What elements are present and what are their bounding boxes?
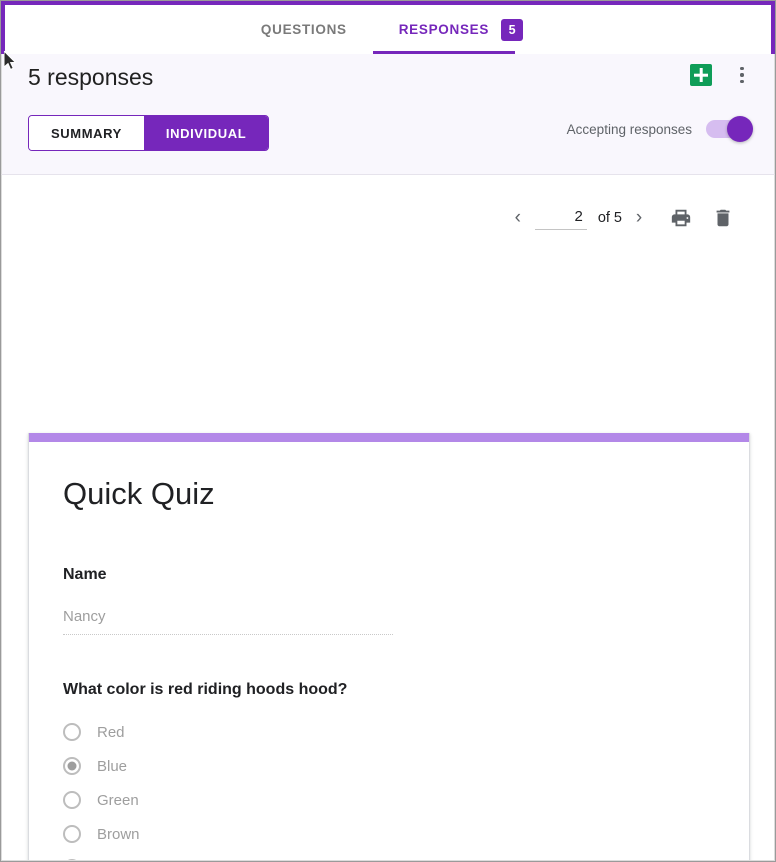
tab-responses-group: RESPONSES 5	[372, 5, 541, 54]
option-row: Green	[63, 791, 715, 809]
view-toggle-summary-label: SUMMARY	[51, 125, 122, 141]
option-label: Yellow	[97, 860, 140, 861]
view-toggle-summary[interactable]: SUMMARY	[29, 116, 144, 150]
question-title: Name	[63, 566, 107, 583]
page-number-input[interactable]	[534, 206, 587, 230]
card-accent-bar	[29, 433, 749, 442]
tab-responses-label: RESPONSES	[398, 22, 490, 37]
tab-questions-label: QUESTIONS	[260, 22, 347, 37]
trash-icon[interactable]	[706, 201, 740, 235]
chevron-left-icon[interactable]: ‹	[501, 201, 535, 235]
view-toggle-individual[interactable]: INDIVIDUAL	[143, 116, 269, 150]
header-actions	[690, 64, 752, 86]
accepting-responses-label: Accepting responses	[566, 121, 692, 137]
kebab-dot	[740, 66, 744, 71]
kebab-dot	[740, 79, 744, 84]
card-content: Quick Quiz Name Nancy What color is red …	[29, 442, 749, 861]
tab-list: QUESTIONS RESPONSES 5	[235, 5, 541, 54]
short-answer-value: Nancy	[63, 608, 393, 635]
radio-icon	[63, 723, 81, 741]
responses-body: ‹ of 5 › Quick Quiz Name	[1, 175, 775, 861]
option-row: Yellow	[63, 859, 715, 861]
chevron-right-icon[interactable]: ›	[622, 201, 656, 235]
option-row: Red	[63, 723, 715, 741]
kebab-dot	[740, 73, 744, 77]
option-row: Blue	[63, 757, 715, 775]
option-label: Brown	[97, 825, 140, 843]
question-block-color: What color is red riding hoods hood? Red…	[63, 681, 715, 861]
option-label: Blue	[97, 757, 128, 775]
view-toggle-individual-label: INDIVIDUAL	[165, 125, 247, 141]
responses-count-title: 5 responses	[28, 64, 154, 90]
option-row: Brown	[63, 825, 715, 843]
radio-icon	[63, 825, 81, 843]
google-sheets-icon[interactable]	[690, 64, 712, 86]
radio-icon	[63, 859, 81, 860]
view-toggle-group: SUMMARY INDIVIDUAL	[28, 115, 270, 151]
toggle-knob	[727, 116, 753, 142]
accepting-responses-group: Accepting responses	[566, 116, 753, 142]
tab-bar: QUESTIONS RESPONSES 5	[1, 1, 775, 54]
radio-icon	[63, 791, 81, 809]
form-title: Quick Quiz	[63, 476, 215, 511]
response-pager: ‹ of 5 ›	[501, 201, 740, 235]
tab-responses[interactable]: RESPONSES	[372, 5, 516, 54]
accepting-responses-toggle[interactable]	[706, 116, 753, 142]
radio-icon-selected	[63, 757, 81, 775]
tab-questions[interactable]: QUESTIONS	[235, 5, 373, 54]
question-title: What color is red riding hoods hood?	[63, 681, 348, 698]
option-label: Green	[97, 791, 139, 809]
print-icon[interactable]	[664, 201, 698, 235]
option-label: Red	[97, 723, 125, 741]
option-list: Red Blue Green Brown	[63, 723, 715, 861]
more-vert-icon[interactable]	[732, 64, 752, 86]
question-block-name: Name Nancy	[63, 566, 715, 635]
responses-header: 5 responses SUMMARY INDIVIDUAL Accepting…	[1, 54, 775, 175]
response-form-card: Quick Quiz Name Nancy What color is red …	[28, 433, 750, 861]
forms-responses-window: QUESTIONS RESPONSES 5 5 responses SUMMAR…	[0, 0, 776, 862]
page-total-label: of 5	[597, 210, 622, 226]
